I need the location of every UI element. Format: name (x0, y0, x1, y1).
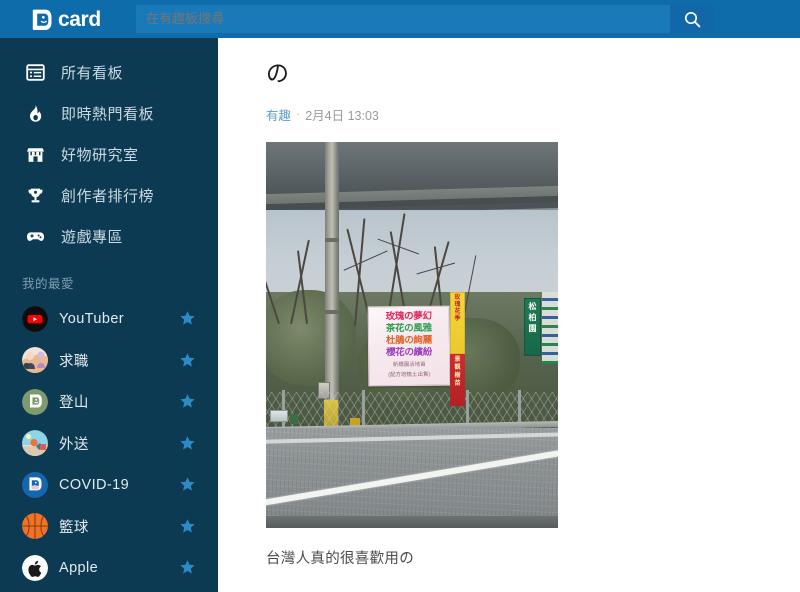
delivery-avatar (22, 430, 48, 457)
green-sign-char: 園 (528, 323, 537, 333)
favorite-item-youtuber[interactable]: YouTuber (0, 298, 218, 340)
post-date: 2月4日 13:03 (305, 108, 379, 123)
sidebar-nav-list: 所有看板 即時熱門看板 好物研究室 創作者排行榜 遊戲專區 (0, 38, 218, 257)
favorite-item-basketball[interactable]: 籃球 (0, 506, 218, 548)
star-icon[interactable] (179, 559, 196, 576)
star-icon[interactable] (179, 393, 196, 410)
red-vertical-banner: 景 觀 樹 苗 (450, 353, 465, 406)
meta-separator: · (296, 107, 301, 122)
search-button[interactable] (670, 5, 714, 33)
star-icon[interactable] (179, 518, 196, 535)
red-banner-char: 苗 (454, 380, 461, 387)
post-title: の (266, 60, 289, 86)
main-content-area: の 有趣 · 2月4日 13:03 玫瑰の夢幻 茶花の風雅 杜鵑の絢麗 櫻花の繽… (218, 38, 800, 592)
yellow-vertical-banner: 玫 瑰 花 季 (450, 291, 465, 354)
favorite-item-label: 登山 (59, 395, 89, 412)
star-icon[interactable] (179, 476, 196, 493)
red-banner-char: 樹 (454, 372, 461, 379)
star-icon[interactable] (179, 310, 196, 327)
sidebar-item-label: 創作者排行榜 (61, 188, 155, 205)
small-sign-green (290, 413, 298, 424)
banner-line-4: 櫻花の繽紛 (385, 346, 433, 358)
red-banner-char: 景 (454, 356, 461, 363)
banner-subtext-1: 新橋園活地苗 (392, 361, 426, 368)
tree-left (266, 289, 356, 386)
favorite-item-hiking[interactable]: 登山 (0, 381, 218, 423)
favorite-item-delivery[interactable]: 外送 (0, 423, 218, 465)
sidebar-item-trending-boards[interactable]: 即時熱門看板 (0, 93, 218, 134)
banner-subtext-2: (配方培植土出售) (388, 371, 431, 378)
favorite-item-covid-19[interactable]: COVID-19 (0, 464, 218, 506)
overpass-underside (266, 141, 558, 194)
sidebar-item-label: 所有看板 (61, 65, 124, 82)
post-body-text: 台灣人真的很喜歡用の (266, 550, 414, 567)
sidebar-item-label: 即時熱門看板 (61, 106, 155, 123)
photo-scene: 玫瑰の夢幻 茶花の風雅 杜鵑の絢麗 櫻花の繽紛 新橋園活地苗 (配方培植土出售)… (266, 141, 558, 528)
sidebar-item-creator-ranking[interactable]: 創作者排行榜 (0, 175, 218, 216)
favorite-item-jobs[interactable]: 求職 (0, 340, 218, 382)
favorite-item-label: 籃球 (59, 519, 89, 536)
covid-avatar (22, 471, 48, 498)
basketball-avatar (22, 513, 48, 540)
star-icon[interactable] (179, 435, 196, 452)
favorite-item-apple[interactable]: Apple (0, 547, 218, 589)
pole-band (325, 309, 339, 314)
striped-sign-right (542, 291, 558, 364)
search-icon (684, 11, 701, 28)
banner-line-1: 玫瑰の夢幻 (385, 310, 432, 322)
road-foreground-shadow (266, 515, 558, 528)
banner-line-3: 杜鵑の絢麗 (385, 334, 432, 346)
green-sign-char: 柏 (528, 312, 537, 322)
dcard-app-window: card 在有趣板搜尋 所有看板 即時熱門看板 好物研究室 創作者排行榜 遊戲專… (0, 0, 800, 592)
search-bar[interactable] (136, 5, 714, 33)
left-sidebar: 所有看板 即時熱門看板 好物研究室 創作者排行榜 遊戲專區 我的最愛 YouTu… (0, 38, 218, 592)
favorites-list: YouTuber 求職 登山 外送 COVID-19 籃球 Apple (0, 298, 218, 589)
yellow-banner-char: 玫 (454, 294, 461, 301)
jobs-avatar (22, 347, 48, 374)
yellow-banner-char: 季 (454, 315, 461, 322)
sidebar-item-game-zone[interactable]: 遊戲專區 (0, 216, 218, 257)
store-icon (26, 144, 52, 166)
gamepad-icon (26, 226, 52, 248)
favorite-item-label: 外送 (59, 436, 89, 453)
green-vertical-sign: 松 柏 園 (524, 297, 541, 356)
dcard-logo[interactable]: card (0, 0, 120, 38)
search-input[interactable] (136, 5, 670, 33)
yellow-banner-char: 瑰 (454, 301, 461, 308)
sidebar-item-product-lab[interactable]: 好物研究室 (0, 134, 218, 175)
hiking-avatar (22, 388, 48, 415)
trophy-icon (26, 185, 52, 207)
apple-avatar (22, 554, 48, 581)
favorite-item-label: COVID-19 (59, 476, 130, 493)
post-photo[interactable]: 玫瑰の夢幻 茶花の風雅 杜鵑の絢麗 櫻花の繽紛 新橋園活地苗 (配方培植土出售)… (266, 141, 558, 528)
yellow-banner-char: 花 (454, 308, 461, 315)
post-meta: 有趣 · 2月4日 13:03 (266, 105, 800, 124)
small-sign-left (270, 409, 288, 422)
sidebar-item-label: 好物研究室 (61, 147, 139, 164)
list-board-icon (26, 62, 52, 84)
banner-line-2: 茶花の風雅 (385, 322, 432, 334)
favorite-item-label: Apple (59, 559, 99, 576)
star-icon[interactable] (179, 352, 196, 369)
favorite-item-label: YouTuber (59, 310, 125, 327)
post-container: の 有趣 · 2月4日 13:03 玫瑰の夢幻 茶花の風雅 杜鵑の絢麗 櫻花の繽… (218, 38, 800, 571)
post-board-link[interactable]: 有趣 (266, 105, 291, 124)
favorite-item-label: 求職 (59, 353, 89, 370)
youtube-avatar (22, 305, 48, 332)
dcard-logo-icon (32, 8, 53, 31)
favorites-section-title: 我的最愛 (22, 277, 75, 291)
red-banner-char: 觀 (454, 364, 461, 371)
dcard-logo-text: card (58, 7, 101, 31)
sidebar-item-all-boards[interactable]: 所有看板 (0, 52, 218, 93)
flame-icon (26, 103, 52, 125)
top-header-bar: card (0, 0, 800, 38)
green-sign-char: 松 (528, 301, 537, 311)
pole-band (325, 237, 339, 242)
sidebar-item-label: 遊戲專區 (61, 229, 124, 246)
flower-banner-sign: 玫瑰の夢幻 茶花の風雅 杜鵑の絢麗 櫻花の繽紛 新橋園活地苗 (配方培植土出售) (367, 305, 451, 387)
